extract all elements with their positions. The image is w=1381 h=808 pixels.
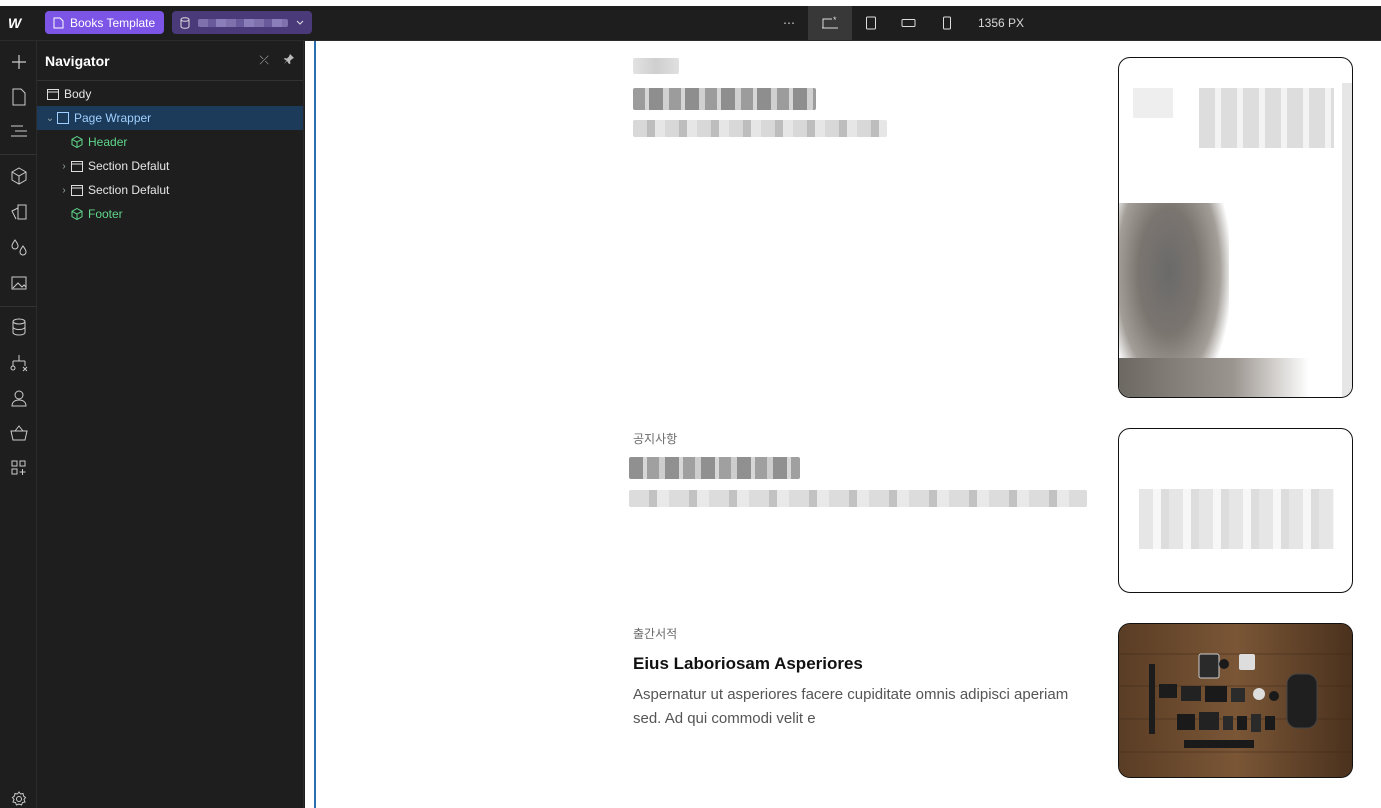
- tablet-breakpoint-icon[interactable]: [852, 6, 890, 40]
- component-icon: [69, 208, 85, 220]
- post-category: 공지사항: [633, 432, 678, 446]
- blurred-value: [198, 18, 288, 27]
- navigator-title: Navigator: [45, 52, 110, 69]
- add-icon[interactable]: [9, 52, 29, 72]
- tree-item-label: Section Defalut: [88, 183, 170, 197]
- site-name-button[interactable]: Books Template: [45, 11, 165, 34]
- tree-item-body[interactable]: Body: [37, 82, 303, 106]
- gear-flatlay-photo: [1119, 624, 1352, 777]
- pages-icon[interactable]: [9, 87, 29, 107]
- assets-icon[interactable]: [9, 272, 29, 292]
- post-image-2[interactable]: [1118, 428, 1353, 593]
- viewport-width-readout: 1356 PX: [978, 16, 1025, 30]
- component-icon: [69, 136, 85, 148]
- blurred-title: [629, 457, 800, 479]
- tree-item-page-wrapper[interactable]: ⌄ Page Wrapper: [37, 106, 303, 130]
- webflow-logo-icon[interactable]: W: [8, 15, 30, 31]
- pin-icon[interactable]: [283, 53, 295, 68]
- tree-item-label: Page Wrapper: [74, 111, 152, 125]
- collapse-all-icon[interactable]: ⤫: [259, 53, 269, 68]
- navigator-icon[interactable]: [9, 121, 29, 141]
- post-image-1[interactable]: [1118, 57, 1353, 398]
- desktop-base-breakpoint-icon[interactable]: *: [808, 6, 852, 40]
- blurred-logo: [1139, 489, 1334, 549]
- svg-text:*: *: [833, 16, 837, 25]
- ecommerce-icon[interactable]: [9, 423, 29, 443]
- post-title: Eius Laboriosam Asperiores: [633, 654, 863, 673]
- tree-item-label: Footer: [88, 207, 123, 221]
- blurred-title: [633, 88, 816, 110]
- tree-item-footer[interactable]: Footer: [37, 202, 303, 226]
- variables-icon[interactable]: [9, 237, 29, 257]
- chevron-right-icon[interactable]: ›: [59, 185, 69, 196]
- left-toolbar: [0, 41, 37, 808]
- mobile-landscape-breakpoint-icon[interactable]: [890, 6, 928, 40]
- section-icon: [69, 184, 85, 196]
- settings-icon[interactable]: [9, 789, 29, 808]
- chevron-down-icon: [296, 20, 304, 25]
- chevron-down-icon[interactable]: ⌄: [45, 113, 55, 124]
- tree-item-label: Header: [88, 135, 128, 149]
- style-selectors-icon[interactable]: [9, 202, 29, 222]
- database-icon: [180, 16, 190, 29]
- mobile-portrait-breakpoint-icon[interactable]: [928, 6, 966, 40]
- chevron-right-icon[interactable]: ›: [59, 161, 69, 172]
- components-icon[interactable]: [9, 166, 29, 186]
- element-box-icon: [45, 88, 61, 100]
- element-box-icon: [55, 112, 71, 124]
- navigator-header: Navigator ⤫: [37, 41, 303, 81]
- tree-item-section-1[interactable]: › Section Defalut: [37, 154, 303, 178]
- tree-item-label: Body: [64, 87, 92, 101]
- navigator-panel: Navigator ⤫ Body ⌄ Page Wrapper Header ›…: [37, 41, 304, 808]
- blurred-excerpt: [629, 490, 1087, 507]
- more-icon[interactable]: ⋯: [770, 6, 808, 40]
- blurred-category: [633, 58, 679, 74]
- top-bar: W Books Template ⋯ * 1356 PX: [0, 0, 1381, 41]
- post-excerpt: Aspernatur ut asperiores facere cupidita…: [633, 686, 1069, 727]
- tree-item-label: Section Defalut: [88, 159, 170, 173]
- page-icon: [53, 17, 64, 28]
- breakpoint-bar: ⋯ * 1356 PX: [770, 6, 1024, 40]
- cms-icon[interactable]: [9, 317, 29, 337]
- tree-item-section-2[interactable]: › Section Defalut: [37, 178, 303, 202]
- apps-icon[interactable]: [9, 458, 29, 478]
- design-canvas[interactable]: 공지사항 출간서적 Eius Laboriosam Asperiores Asp…: [316, 41, 1381, 808]
- database-select[interactable]: [172, 11, 312, 34]
- blurred-excerpt: [633, 120, 887, 137]
- logic-icon[interactable]: [9, 353, 29, 373]
- section-icon: [69, 160, 85, 172]
- tree-item-header[interactable]: Header: [37, 130, 303, 154]
- site-name-label: Books Template: [70, 15, 156, 30]
- navigator-tree: Body ⌄ Page Wrapper Header › Section Def…: [37, 81, 303, 226]
- post-category: 출간서적: [633, 627, 678, 641]
- users-icon[interactable]: [9, 388, 29, 408]
- post-image-3[interactable]: [1118, 623, 1353, 778]
